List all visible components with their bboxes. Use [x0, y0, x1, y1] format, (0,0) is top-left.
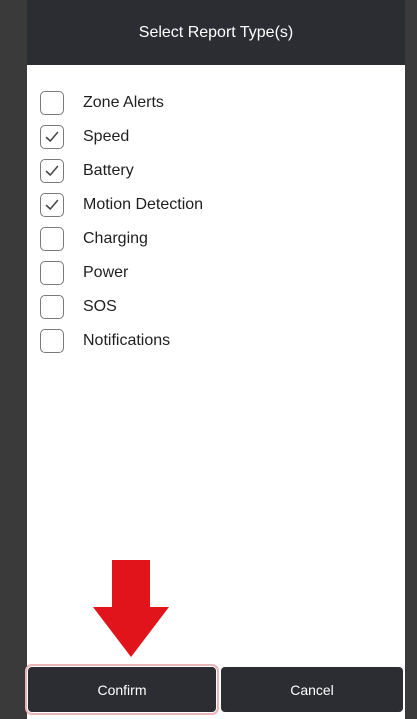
option-label: Motion Detection: [83, 196, 204, 213]
option-notifications[interactable]: Notifications: [40, 324, 380, 358]
dialog-title: Select Report Type(s): [138, 23, 294, 41]
down-arrow-icon: [93, 560, 169, 657]
checkbox-sos[interactable]: [40, 295, 64, 319]
confirm-button-label: Confirm: [97, 681, 147, 698]
option-power[interactable]: Power: [40, 256, 380, 290]
right-frame-edge: [405, 0, 417, 719]
option-charging[interactable]: Charging: [40, 222, 380, 256]
option-zone-alerts[interactable]: Zone Alerts: [40, 86, 380, 120]
option-speed[interactable]: Speed: [40, 120, 380, 154]
dialog-header: Select Report Type(s): [27, 0, 405, 65]
option-label: SOS: [83, 298, 117, 315]
cancel-button-label: Cancel: [290, 681, 334, 698]
dialog-footer: Confirm Cancel: [25, 660, 405, 719]
option-battery[interactable]: Battery: [40, 154, 380, 188]
checkbox-power[interactable]: [40, 261, 64, 285]
option-label: Battery: [83, 162, 134, 179]
checkbox-motion-detection[interactable]: [40, 193, 64, 217]
left-frame-edge: [0, 0, 27, 719]
confirm-button[interactable]: Confirm: [25, 664, 219, 715]
checkmark-icon: [45, 165, 59, 176]
checkbox-battery[interactable]: [40, 159, 64, 183]
option-label: Zone Alerts: [83, 94, 164, 111]
checkbox-charging[interactable]: [40, 227, 64, 251]
report-type-options: Zone Alerts Speed Battery Motion Detecti…: [40, 86, 380, 358]
report-type-dialog: Select Report Type(s) Zone Alerts Speed: [25, 0, 405, 719]
checkmark-icon: [45, 199, 59, 210]
checkbox-zone-alerts[interactable]: [40, 91, 64, 115]
option-motion-detection[interactable]: Motion Detection: [40, 188, 380, 222]
cancel-button[interactable]: Cancel: [221, 667, 403, 712]
checkmark-icon: [45, 131, 59, 142]
option-label: Speed: [83, 128, 130, 145]
checkbox-notifications[interactable]: [40, 329, 64, 353]
option-label: Notifications: [83, 332, 171, 349]
checkbox-speed[interactable]: [40, 125, 64, 149]
option-sos[interactable]: SOS: [40, 290, 380, 324]
screen: Select Report Type(s) Zone Alerts Speed: [0, 0, 417, 719]
option-label: Power: [83, 264, 129, 281]
option-label: Charging: [83, 230, 148, 247]
